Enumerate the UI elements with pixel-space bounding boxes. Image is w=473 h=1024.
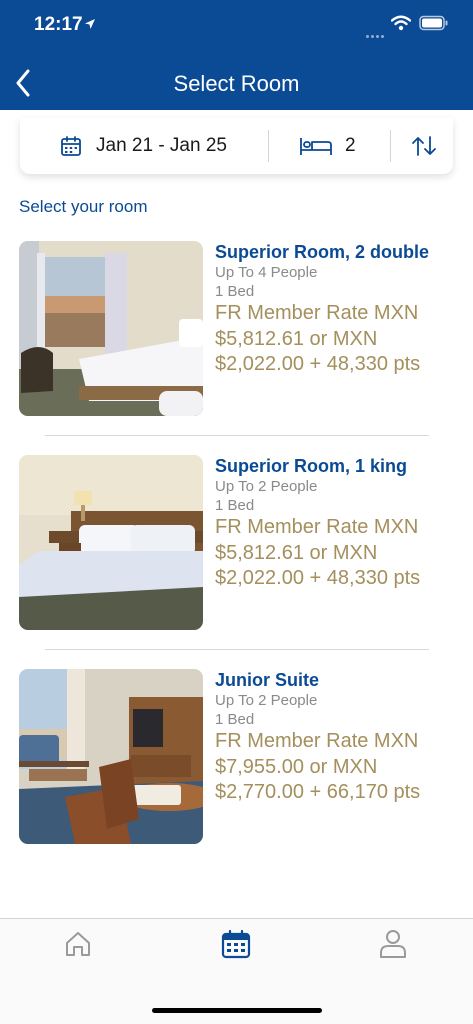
guests-selector[interactable]: 2: [299, 132, 356, 160]
calendar-icon: [61, 136, 81, 156]
signal-icon: [366, 25, 388, 38]
page-title: Select Room: [173, 71, 300, 96]
room-name: Junior Suite: [215, 670, 320, 690]
status-time: 12:17: [34, 14, 83, 35]
room-capacity: Up To 4 People: [215, 264, 318, 281]
room-card[interactable]: Superior Room, 1 king Up To 2 People 1 B…: [19, 455, 459, 631]
sort-arrows-icon: [412, 136, 436, 156]
profile-icon: [380, 930, 406, 958]
guests-count: 2: [345, 135, 356, 156]
room-photo: [19, 669, 203, 844]
tab-home[interactable]: [61, 927, 95, 961]
room-info: Superior Room, 2 double Up To 4 People 1…: [215, 241, 459, 378]
calendar-icon: [221, 929, 251, 959]
room-beds: 1 Bed: [215, 497, 255, 514]
room-rate-price: $5,812.61 or MXN: [215, 541, 378, 564]
section-label: Select your room: [19, 197, 148, 216]
room-card[interactable]: Junior Suite Up To 2 People 1 Bed FR Mem…: [19, 669, 459, 845]
room-rate-points: $2,022.00 + 48,330 pts: [215, 567, 421, 589]
home-icon: [66, 932, 90, 956]
tab-profile[interactable]: [376, 927, 410, 961]
room-photo: [19, 455, 203, 630]
divider: [45, 435, 429, 436]
bed-icon: [300, 138, 332, 155]
app-header: 12:17 Select Room: [0, 0, 473, 110]
location-arrow-icon: [84, 17, 96, 35]
tab-reservations[interactable]: [219, 927, 253, 961]
divider: [268, 130, 269, 162]
room-beds: 1 Bed: [215, 711, 255, 728]
room-rate-label: FR Member Rate MXN: [215, 516, 419, 538]
search-summary-bar: Jan 21 - Jan 25 2: [20, 118, 453, 174]
room-card[interactable]: Superior Room, 2 double Up To 4 People 1…: [19, 241, 459, 417]
room-name: Superior Room, 1 king: [215, 456, 408, 476]
room-photo: [19, 241, 203, 416]
room-capacity: Up To 2 People: [215, 692, 318, 709]
divider: [45, 649, 429, 650]
room-rate-points: $2,022.00 + 48,330 pts: [215, 353, 421, 375]
date-range-selector[interactable]: Jan 21 - Jan 25: [60, 132, 227, 160]
sort-button[interactable]: [406, 132, 442, 160]
room-rate-label: FR Member Rate MXN: [215, 730, 419, 752]
room-rate-points: $2,770.00 + 66,170 pts: [215, 781, 421, 803]
wifi-icon: [390, 15, 412, 36]
room-rate-price: $5,812.61 or MXN: [215, 327, 378, 350]
room-rate-price: $7,955.00 or MXN: [215, 755, 378, 778]
divider: [390, 130, 391, 162]
room-rate-label: FR Member Rate MXN: [215, 302, 419, 324]
room-info: Junior Suite Up To 2 People 1 Bed FR Mem…: [215, 669, 459, 806]
room-capacity: Up To 2 People: [215, 478, 318, 495]
room-info: Superior Room, 1 king Up To 2 People 1 B…: [215, 455, 459, 592]
date-range-text: Jan 21 - Jan 25: [96, 135, 227, 156]
battery-icon: [419, 15, 449, 36]
room-name: Superior Room, 2 double: [215, 242, 430, 262]
room-beds: 1 Bed: [215, 283, 255, 300]
home-indicator[interactable]: [152, 1008, 322, 1013]
